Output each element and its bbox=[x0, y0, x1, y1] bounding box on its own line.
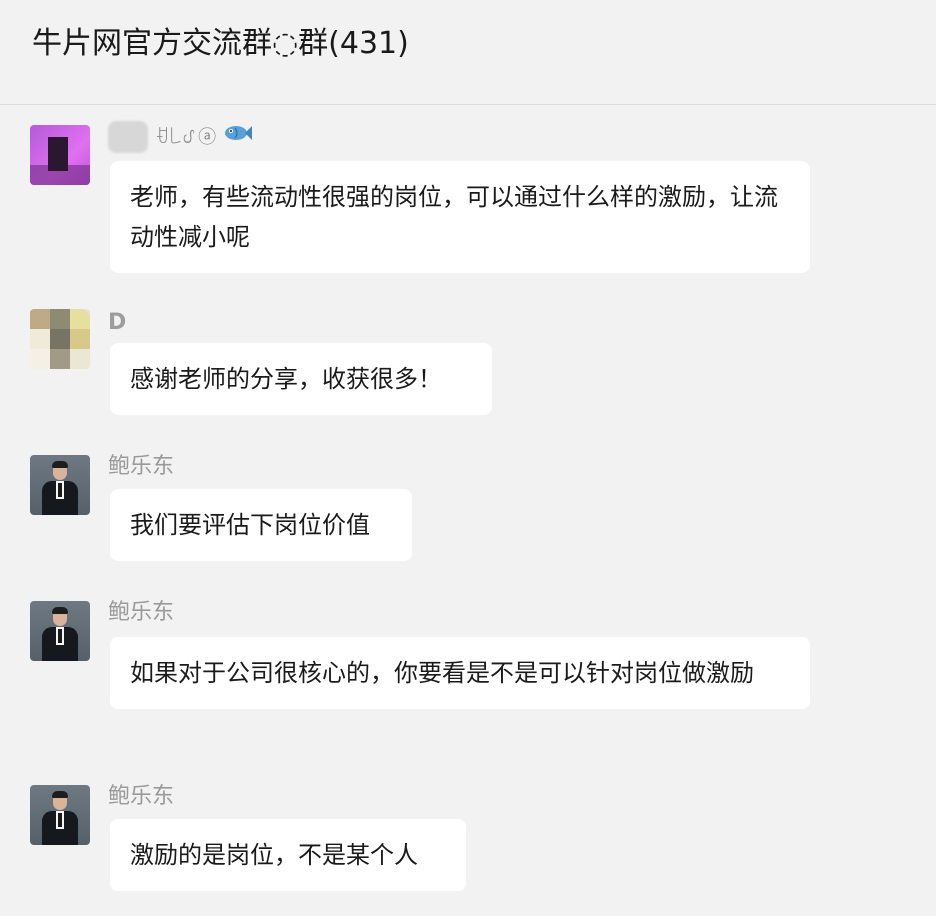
message-bubble[interactable]: 我们要评估下岗位价值 bbox=[110, 489, 412, 561]
sender-name: 鲍乐东 bbox=[108, 454, 175, 479]
message-bubble[interactable]: 如果对于公司很核心的，你要看是不是可以针对岗位做激励 bbox=[110, 637, 810, 709]
message-list[interactable]: ꀀ꒒ᦔ ⓐ 老师，有些流动性很强的岗位，可以通过什么样的激励，让流动性减小呢 D… bbox=[0, 105, 936, 916]
sender-name: 鲍乐东 bbox=[108, 600, 175, 625]
message-bubble[interactable]: 老师，有些流动性很强的岗位，可以通过什么样的激励，让流动性减小呢 bbox=[110, 161, 810, 273]
chat-header: 牛片网官方交流群◌群(431) bbox=[0, 0, 936, 105]
blurred-name bbox=[108, 121, 148, 153]
avatar[interactable] bbox=[30, 309, 90, 369]
avatar[interactable] bbox=[30, 455, 90, 515]
sender-name: D bbox=[108, 310, 127, 335]
avatar[interactable] bbox=[30, 785, 90, 845]
message-bubble[interactable]: 激励的是岗位，不是某个人 bbox=[110, 819, 466, 891]
sender-name: 鲍乐东 bbox=[108, 784, 175, 809]
sender-name: ꀀ꒒ᦔ ⓐ bbox=[108, 121, 253, 153]
fish-icon bbox=[223, 122, 253, 152]
group-title[interactable]: 牛片网官方交流群◌群(431) bbox=[32, 24, 409, 64]
avatar[interactable] bbox=[30, 601, 90, 661]
message-bubble[interactable]: 感谢老师的分享，收获很多！ bbox=[110, 343, 492, 415]
avatar[interactable] bbox=[30, 125, 90, 185]
